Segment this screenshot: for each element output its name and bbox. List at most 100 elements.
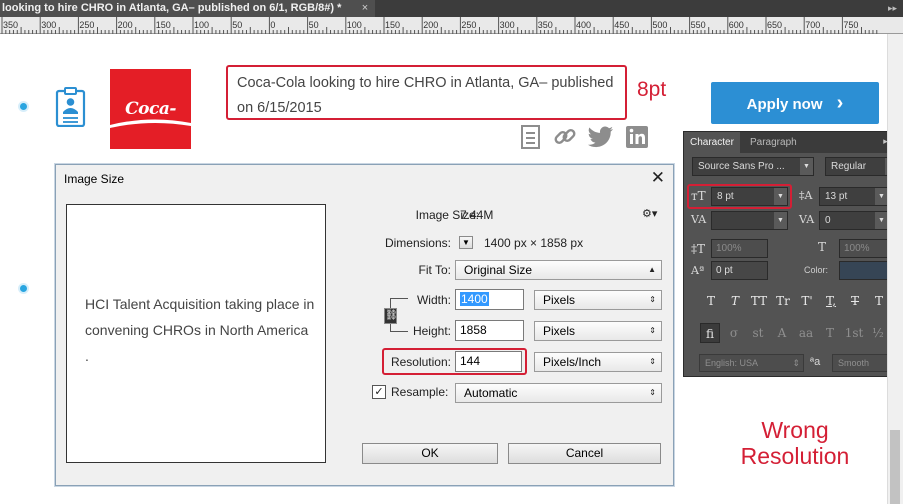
- opentype-button[interactable]: 1st: [844, 323, 864, 343]
- dimensions-dropdown-icon[interactable]: ▼: [459, 236, 473, 249]
- ok-button[interactable]: OK: [362, 443, 498, 464]
- ruler-label: 200: [423, 20, 439, 30]
- select-arrow-icon: ⇕: [649, 388, 656, 397]
- twitter-icon[interactable]: [587, 124, 615, 150]
- opentype-button[interactable]: σ: [724, 323, 744, 343]
- vertical-scale-field[interactable]: 100%: [711, 239, 768, 258]
- dropdown-arrow-icon: ⇕: [792, 358, 800, 368]
- ruler-label: 250: [461, 20, 477, 30]
- ruler-label: 50: [232, 20, 243, 30]
- chevron-right-icon: ›: [836, 92, 844, 114]
- font-size-highlight: [687, 184, 792, 209]
- baseline-shift-field[interactable]: 0 pt: [711, 261, 768, 280]
- ruler-label: 500: [652, 20, 668, 30]
- tab-character[interactable]: Character: [684, 132, 740, 153]
- job-title[interactable]: Coca-Cola looking to hire CHRO in Atlant…: [237, 75, 613, 116]
- close-icon[interactable]: ✕: [651, 168, 665, 188]
- tracking-icon: VA: [799, 213, 815, 226]
- font-style-value: Regular: [831, 161, 867, 172]
- type-style-button[interactable]: Tr: [773, 292, 793, 310]
- select-arrow-icon: ⇕: [649, 295, 656, 304]
- horizontal-ruler: 350 300 250 200 150 100 50 0 50 100 150 200 250 300 35…: [0, 17, 903, 34]
- type-style-button[interactable]: T: [701, 292, 721, 310]
- ruler-label: 450: [614, 20, 630, 30]
- language-value: English: USA: [705, 358, 759, 368]
- resample-value: Automatic: [464, 386, 518, 400]
- opentype-button[interactable]: fi: [700, 323, 720, 343]
- dimensions-label: Dimensions:: [384, 236, 451, 250]
- tracking-dropdown[interactable]: 0 ▼: [819, 211, 889, 230]
- dropdown-arrow-icon: ▼: [774, 212, 787, 229]
- width-input[interactable]: 1400: [455, 289, 524, 310]
- height-input[interactable]: 1858: [455, 320, 524, 341]
- apply-now-button[interactable]: Apply now ›: [711, 82, 879, 124]
- type-style-button[interactable]: T': [797, 292, 817, 310]
- ruler-label: 50: [308, 20, 319, 30]
- tab-paragraph[interactable]: Paragraph: [744, 132, 803, 153]
- close-tab-icon[interactable]: ×: [358, 0, 372, 17]
- image-size-value: 7.44M: [460, 208, 494, 222]
- font-family-dropdown[interactable]: Source Sans Pro ... ▼: [692, 157, 814, 176]
- dialog-title: Image Size: [64, 172, 125, 186]
- annotation-8pt: 8pt: [637, 78, 667, 101]
- document-tab[interactable]: looking to hire CHRO in Atlanta, GA– pub…: [0, 0, 375, 17]
- font-family-value: Source Sans Pro ...: [698, 161, 785, 172]
- job-document-icon: [55, 87, 86, 127]
- antialias-value: Smooth: [838, 358, 870, 368]
- kerning-dropdown[interactable]: ▼: [711, 211, 788, 230]
- select-arrow-icon: ⇕: [649, 357, 656, 366]
- dimensions-value: 1400 px × 1858 px: [484, 236, 584, 250]
- antialias-icon: ªa: [810, 356, 821, 368]
- timeline-dot: [18, 101, 29, 112]
- resample-checkbox[interactable]: ✓: [372, 385, 386, 399]
- opentype-button[interactable]: T: [820, 323, 840, 343]
- preview-text: HCI Talent Acquisition taking place in c…: [85, 291, 325, 369]
- baseline-shift-icon: Aª: [691, 264, 705, 277]
- leading-icon: ‡A: [799, 189, 813, 202]
- panel-collapse-icon[interactable]: ▸▸: [888, 3, 897, 14]
- tracking-value: 0: [825, 215, 831, 226]
- language-dropdown[interactable]: English: USA ⇕: [699, 354, 804, 372]
- character-panel: Character Paragraph ▸▸ ≡ Source Sans Pro…: [683, 131, 903, 377]
- ruler-label: 350: [537, 20, 553, 30]
- vertical-scale-icon: ‡T: [691, 242, 706, 256]
- ruler-label: 650: [767, 20, 783, 30]
- opentype-button[interactable]: st: [748, 323, 768, 343]
- opentype-button[interactable]: ½: [868, 323, 888, 343]
- select-arrow-icon: ▲: [648, 265, 656, 274]
- gear-icon[interactable]: ⚙▾: [642, 207, 657, 220]
- annotation-wrong-resolution: Wrong Resolution: [740, 417, 850, 469]
- fit-to-value: Original Size: [464, 263, 533, 277]
- cancel-button[interactable]: Cancel: [508, 443, 661, 464]
- leading-dropdown[interactable]: 13 pt ▼: [819, 187, 889, 206]
- fit-to-label: Fit To:: [418, 263, 451, 277]
- height-unit-select[interactable]: Pixels ⇕: [534, 321, 662, 341]
- scrollbar-thumb[interactable]: [890, 430, 900, 504]
- fit-to-select[interactable]: Original Size ▲: [455, 260, 662, 280]
- leading-value: 13 pt: [825, 191, 848, 202]
- type-style-button[interactable]: T: [845, 292, 865, 310]
- resolution-label: Resolution:: [390, 355, 451, 369]
- document-icon[interactable]: [519, 124, 543, 150]
- constrain-link-icon[interactable]: ⛓: [384, 308, 398, 324]
- ruler-label: 550: [690, 20, 706, 30]
- resolution-unit-value: Pixels/Inch: [543, 355, 602, 369]
- link-icon[interactable]: [553, 124, 577, 150]
- type-style-button[interactable]: T,: [821, 292, 841, 310]
- resolution-input[interactable]: 144: [455, 351, 522, 372]
- type-style-button[interactable]: T: [725, 292, 745, 310]
- coca-cola-logo: Coca-Cola: [110, 69, 191, 149]
- resolution-unit-select[interactable]: Pixels/Inch ⇕: [534, 352, 662, 372]
- opentype-button[interactable]: aa: [796, 323, 816, 343]
- preview-line: HCI Talent Acquisition taking place in: [85, 296, 315, 312]
- ruler-label: 350: [3, 20, 19, 30]
- width-unit-select[interactable]: Pixels ⇕: [534, 290, 662, 310]
- image-preview[interactable]: HCI Talent Acquisition taking place in c…: [66, 204, 326, 463]
- type-style-button[interactable]: T: [869, 292, 889, 310]
- linkedin-icon[interactable]: [625, 124, 649, 150]
- timeline-dot: [18, 283, 29, 294]
- ruler-label: 300: [499, 20, 515, 30]
- type-style-button[interactable]: TT: [749, 292, 769, 310]
- opentype-button[interactable]: A: [772, 323, 792, 343]
- resample-select[interactable]: Automatic ⇕: [455, 383, 662, 403]
